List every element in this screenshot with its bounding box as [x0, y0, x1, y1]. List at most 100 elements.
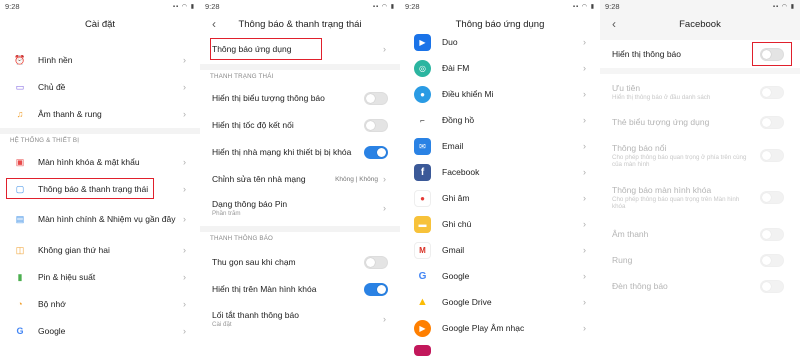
status-bar: 9:28 ▪▪ ◠ ▮ [600, 0, 800, 13]
show-speed-item[interactable]: Hiển thị tốc độ kết nối [200, 117, 400, 133]
app-item-play-music[interactable]: ▶ Google Play Âm nhạc › [400, 319, 600, 337]
recorder-icon: ● [414, 189, 431, 207]
chevron-right-icon: › [183, 55, 186, 65]
storage-icon: ◔ [17, 299, 23, 309]
status-time: 9:28 [605, 2, 620, 11]
settings-item-google[interactable]: G Google › [0, 323, 200, 339]
show-notif-icons-item[interactable]: Hiển thị biểu tượng thông báo [200, 90, 400, 106]
floating-item[interactable]: Thông báo nổi Cho phép thông báo quan tr… [600, 140, 800, 170]
google-icon: G [16, 326, 24, 336]
status-icons: ▪▪ ◠ ▮ [572, 4, 595, 10]
app-icon [414, 345, 431, 356]
settings-item-battery[interactable]: ▮ Pin & hiệu suất › [0, 269, 200, 285]
app-item-google[interactable]: G Google › [400, 267, 600, 285]
badge-toggle[interactable] [760, 115, 784, 129]
back-arrow-icon[interactable]: ‹ [612, 17, 616, 31]
app-item-mi-remote[interactable]: ● Điều khiển Mi › [400, 85, 600, 103]
light-toggle[interactable] [760, 279, 784, 293]
app-item-recorder[interactable]: ● Ghi âm › [400, 189, 600, 207]
drive-icon: ▲ [414, 293, 431, 311]
shade-shortcuts-item[interactable]: Lối tắt thanh thông báo Cài đặt › [200, 307, 400, 331]
settings-item-sound[interactable]: ♫ Âm thanh & rung › [0, 106, 200, 122]
chevron-right-icon: › [183, 299, 186, 309]
clock-icon: ⌐ [414, 111, 431, 129]
show-speed-toggle[interactable] [364, 118, 388, 132]
battery-style-value: Phần trăm [212, 210, 241, 217]
app-item-fm-radio[interactable]: ◎ Đài FM › [400, 59, 600, 77]
back-arrow-icon[interactable]: ‹ [212, 17, 216, 31]
chevron-right-icon: › [583, 271, 586, 281]
show-carrier-item[interactable]: Hiển thị nhà mạng khi thiết bị bị khóa [200, 144, 400, 160]
email-icon: ✉ [414, 137, 431, 155]
radio-icon: ◎ [414, 59, 431, 77]
shade-shortcuts-label: Lối tắt thanh thông báo [212, 310, 299, 320]
chevron-right-icon: › [183, 157, 186, 167]
wallpaper-icon: ⏰ [14, 54, 26, 65]
gmail-icon: M [414, 241, 431, 259]
play-music-icon: ▶ [414, 319, 431, 337]
floating-description: Cho phép thông báo quan trọng ở phía trê… [612, 153, 747, 168]
app-item-gmail[interactable]: M Gmail › [400, 241, 600, 259]
notes-icon: ▬ [414, 215, 431, 233]
show-carrier-toggle[interactable] [364, 145, 388, 159]
settings-item-wallpaper[interactable]: ⏰ Hình nền › [0, 52, 200, 68]
shade-shortcuts-value: Cài đặt [212, 321, 232, 328]
collapse-after-touch-toggle[interactable] [364, 255, 388, 269]
app-item-google-drive[interactable]: ▲ Google Drive › [400, 293, 600, 311]
chevron-right-icon: › [183, 109, 186, 119]
battery-style-item[interactable]: Dạng thông báo Pin Phần trăm › [200, 196, 400, 220]
settings-item-themes[interactable]: ▭ Chủ đề › [0, 79, 200, 95]
badge-item[interactable]: Thẻ biểu tượng ứng dụng [600, 114, 800, 130]
floating-label: Thông báo nổi [612, 142, 667, 153]
app-item-notes[interactable]: ▬ Ghi chú › [400, 215, 600, 233]
chevron-right-icon: › [383, 174, 386, 184]
collapse-after-touch-item[interactable]: Thu gọn sau khi chạm [200, 254, 400, 270]
show-on-lock-item[interactable]: Hiển thị trên Màn hình khóa [200, 281, 400, 297]
chevron-right-icon: › [583, 297, 586, 307]
page-header: ‹ Facebook [600, 13, 800, 36]
lockscreen-item[interactable]: Thông báo màn hình khóa Cho phép thông b… [600, 182, 800, 212]
chevron-right-icon: › [583, 167, 586, 177]
notifications-statusbar-screen: 9:28 ▪▪ ◠ ▮ ‹ Thông báo & thanh trạng th… [200, 0, 400, 356]
chevron-right-icon: › [583, 37, 586, 47]
app-notifications-screen: 9:28 ▪▪ ◠ ▮ Thông báo ứng dụng ▶ Duo › ◎… [400, 0, 600, 356]
chevron-right-icon: › [583, 219, 586, 229]
app-item-duo[interactable]: ▶ Duo › [400, 33, 600, 51]
settings-item-second-space[interactable]: ◫ Không gian thứ hai › [0, 242, 200, 258]
chevron-right-icon: › [183, 184, 186, 194]
status-time: 9:28 [5, 2, 20, 11]
show-notif-icons-toggle[interactable] [364, 91, 388, 105]
light-item[interactable]: Đèn thông báo [600, 278, 800, 294]
vibrate-toggle[interactable] [760, 253, 784, 267]
google-icon: G [414, 267, 431, 285]
settings-item-home-screen[interactable]: ▤ Màn hình chính & Nhiệm vụ gần đây › [0, 207, 200, 231]
floating-toggle[interactable] [760, 148, 784, 162]
status-icons: ▪▪ ◠ ▮ [772, 4, 795, 10]
lockscreen-toggle[interactable] [760, 190, 784, 204]
sound-toggle[interactable] [760, 227, 784, 241]
remote-icon: ● [414, 85, 431, 103]
priority-item[interactable]: Ưu tiên Hiển thị thông báo ở đầu danh sá… [600, 80, 800, 104]
vibrate-item[interactable]: Rung [600, 252, 800, 268]
app-item-email[interactable]: ✉ Email › [400, 137, 600, 155]
section-header-system: HỆ THỐNG & THIẾT BỊ [10, 137, 80, 144]
facebook-icon: f [414, 163, 431, 181]
status-icons: ▪▪ ◠ ▮ [172, 4, 195, 10]
sound-item[interactable]: Âm thanh [600, 226, 800, 242]
show-on-lock-toggle[interactable] [364, 282, 388, 296]
highlight-box [6, 178, 154, 199]
chevron-right-icon: › [383, 44, 386, 54]
chevron-right-icon: › [183, 214, 186, 224]
chevron-right-icon: › [183, 326, 186, 336]
app-item-facebook[interactable]: f Facebook › [400, 163, 600, 181]
duo-icon: ▶ [414, 33, 431, 51]
settings-item-storage[interactable]: ◔ Bộ nhớ › [0, 296, 200, 312]
page-title: Facebook [679, 19, 721, 30]
section-header-status-bar: THANH TRẠNG THÁI [210, 73, 274, 80]
priority-toggle[interactable] [760, 85, 784, 99]
settings-item-lockscreen[interactable]: ▣ Màn hình khóa & mật khẩu › [0, 154, 200, 170]
edit-carrier-value: Không | Không [335, 175, 378, 183]
chevron-right-icon: › [183, 272, 186, 282]
edit-carrier-item[interactable]: Chỉnh sửa tên nhà mạng Không | Không › [200, 171, 400, 187]
app-item-clock[interactable]: ⌐ Đồng hồ › [400, 111, 600, 129]
